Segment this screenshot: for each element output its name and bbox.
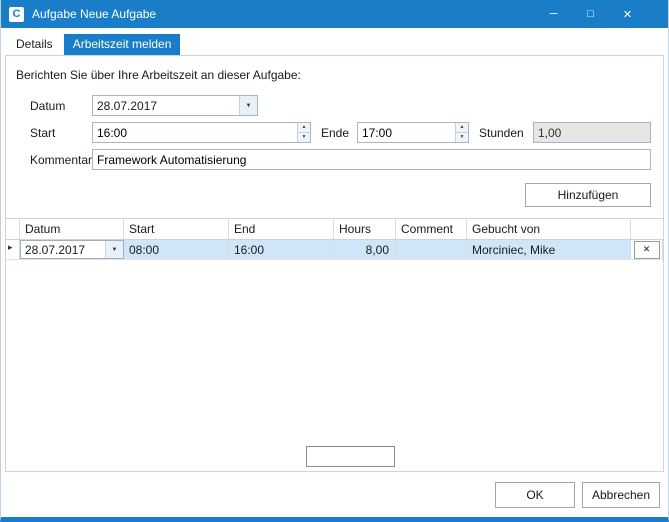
spinner-down-icon: ▼	[302, 134, 307, 140]
hinzufuegen-button[interactable]: Hinzufügen	[525, 183, 651, 207]
close-icon: ✕	[623, 8, 632, 21]
ende-label: Ende	[321, 126, 351, 140]
datum-dropdown-button[interactable]: ▼	[239, 96, 257, 115]
start-spinner: ▲ ▼	[297, 123, 310, 142]
grid-header-datum[interactable]: Datum	[20, 219, 124, 239]
ende-spinner: ▲ ▼	[455, 123, 468, 142]
maximize-button[interactable]: □	[572, 0, 609, 28]
spinner-down-icon: ▼	[460, 134, 465, 140]
stunden-value: 1,00	[534, 123, 650, 142]
dialog-window: C Aufgabe Neue Aufgabe ─ □ ✕ Details Arb…	[0, 0, 669, 522]
window-controls: ─ □ ✕	[535, 0, 646, 28]
minimize-icon: ─	[550, 8, 558, 20]
worklog-grid: Datum Start End Hours Comment Gebucht vo…	[6, 218, 663, 471]
spinner-up-icon: ▲	[302, 124, 307, 130]
kommentar-input[interactable]	[93, 150, 650, 169]
cancel-button[interactable]: Abbrechen	[582, 482, 660, 508]
datum-combobox[interactable]: 28.07.2017 ▼	[92, 95, 258, 116]
cell-datum-dropdown-button[interactable]: ▼	[105, 241, 123, 258]
kommentar-label: Kommentar	[30, 153, 92, 167]
datum-label: Datum	[30, 99, 92, 113]
floating-empty-textbox[interactable]	[306, 446, 395, 467]
add-button-row: Hinzufügen	[6, 183, 651, 207]
ok-button[interactable]: OK	[495, 482, 575, 508]
cell-end[interactable]: 16:00	[229, 240, 334, 259]
delete-row-button[interactable]: ✕	[634, 241, 660, 259]
maximize-icon: □	[587, 8, 594, 20]
cell-datum[interactable]: 28.07.2017 ▼	[20, 240, 124, 259]
kommentar-row: Kommentar	[30, 149, 651, 170]
stunden-field: 1,00	[533, 122, 651, 143]
grid-header-hours[interactable]: Hours	[334, 219, 396, 239]
datum-value: 28.07.2017	[93, 96, 239, 115]
start-spinedit: ▲ ▼	[92, 122, 311, 143]
close-button[interactable]: ✕	[609, 0, 646, 28]
window-title: Aufgabe Neue Aufgabe	[32, 7, 535, 21]
grid-header-comment[interactable]: Comment	[396, 219, 467, 239]
cell-comment[interactable]	[396, 240, 467, 259]
dropdown-arrow-icon: ▼	[112, 247, 118, 253]
row-selector-cell[interactable]: ▸	[6, 240, 20, 259]
delete-icon: ✕	[643, 245, 651, 254]
cell-start[interactable]: 08:00	[124, 240, 229, 259]
titlebar[interactable]: C Aufgabe Neue Aufgabe ─ □ ✕	[1, 0, 668, 28]
minimize-button[interactable]: ─	[535, 0, 572, 28]
grid-header-start[interactable]: Start	[124, 219, 229, 239]
datum-row: Datum 28.07.2017 ▼	[30, 95, 651, 116]
cell-hours[interactable]: 8,00	[334, 240, 396, 259]
grid-header-delete	[631, 219, 663, 239]
cell-gebucht-von[interactable]: Morciniec, Mike	[467, 240, 631, 259]
start-input[interactable]	[93, 123, 297, 142]
cell-datum-value: 28.07.2017	[21, 241, 105, 258]
ende-spinedit: ▲ ▼	[357, 122, 469, 143]
app-logo-icon: C	[9, 7, 24, 22]
spinner-up-icon: ▲	[460, 124, 465, 130]
grid-empty-area	[6, 260, 663, 471]
ende-spinner-up-button[interactable]: ▲	[456, 123, 468, 133]
grid-header-gebucht-von[interactable]: Gebucht von	[467, 219, 631, 239]
grid-header-end[interactable]: End	[229, 219, 334, 239]
time-row: Start ▲ ▼ Ende ▲ ▼ Stunden 1,00	[30, 122, 651, 143]
cell-delete: ✕	[631, 240, 663, 259]
row-marker-icon: ▸	[8, 242, 13, 252]
tab-arbeitszeit-melden[interactable]: Arbeitszeit melden	[64, 34, 181, 55]
start-spinner-up-button[interactable]: ▲	[298, 123, 310, 133]
stunden-label: Stunden	[479, 126, 527, 140]
kommentar-fieldwrap	[92, 149, 651, 170]
grid-header-row: Datum Start End Hours Comment Gebucht vo…	[6, 219, 663, 240]
grid-header-selector	[6, 219, 20, 239]
grid-row[interactable]: ▸ 28.07.2017 ▼ 08:00 16:00 8,00 Morcinie…	[6, 240, 663, 260]
dropdown-arrow-icon: ▼	[246, 103, 252, 109]
ende-input[interactable]	[358, 123, 455, 142]
start-spinner-down-button[interactable]: ▼	[298, 133, 310, 143]
ende-spinner-down-button[interactable]: ▼	[456, 133, 468, 143]
tab-panel-arbeitszeit: Berichten Sie über Ihre Arbeitszeit an d…	[5, 55, 664, 472]
tab-strip: Details Arbeitszeit melden	[1, 28, 668, 55]
dialog-footer: OK Abbrechen	[1, 472, 668, 517]
start-label: Start	[30, 126, 92, 140]
tab-details[interactable]: Details	[7, 34, 62, 55]
instruction-text: Berichten Sie über Ihre Arbeitszeit an d…	[16, 68, 663, 82]
